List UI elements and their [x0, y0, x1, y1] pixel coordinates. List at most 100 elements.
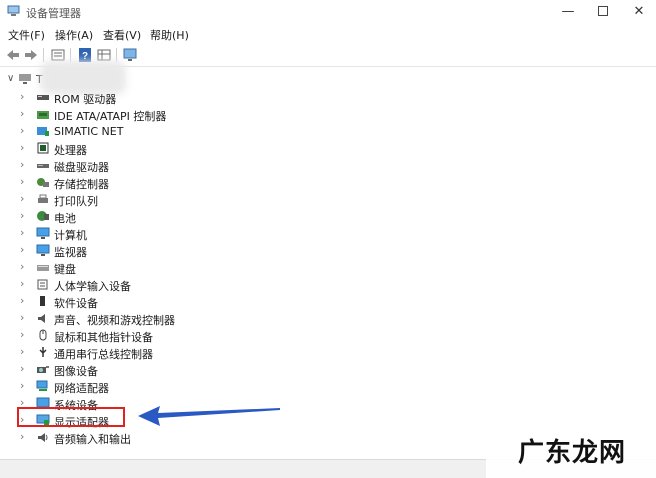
chevron-right-icon[interactable]: ›	[20, 209, 24, 222]
chevron-right-icon[interactable]: ›	[20, 430, 24, 443]
chevron-right-icon[interactable]: ›	[20, 379, 24, 392]
tree-item[interactable]: › 软件设备	[0, 293, 400, 310]
menu-action[interactable]: 操作(A)	[55, 27, 93, 43]
monitor-icon[interactable]	[122, 47, 138, 63]
tree-item-label: 通用串行总线控制器	[54, 348, 153, 361]
tree-item-label: 软件设备	[54, 297, 98, 310]
close-button[interactable]: ✕	[624, 2, 654, 22]
chevron-right-icon[interactable]: ›	[20, 226, 24, 239]
audio-io-icon	[38, 433, 48, 442]
network-card-icon	[37, 127, 49, 136]
forward-arrow-icon[interactable]	[23, 47, 39, 63]
printer-icon	[38, 194, 48, 203]
disk-drive-icon	[37, 164, 49, 168]
tree-item-label: IDE ATA/ATAPI 控制器	[54, 110, 167, 123]
menu-help[interactable]: 帮助(H)	[150, 27, 189, 43]
toolbar-separator	[43, 48, 44, 62]
tree-item-label: 音频输入和输出	[54, 433, 131, 446]
chevron-right-icon[interactable]: ›	[20, 124, 24, 137]
chevron-right-icon[interactable]: ›	[20, 260, 24, 273]
chevron-right-icon[interactable]: ›	[20, 175, 24, 188]
menu-bar: 文件(F) 操作(A) 查看(V) 帮助(H)	[0, 24, 656, 44]
maximize-button[interactable]	[588, 2, 618, 22]
computer-icon	[19, 74, 31, 84]
tree-item-label: 计算机	[54, 229, 87, 242]
chevron-right-icon[interactable]: ›	[20, 362, 24, 375]
watermark-text: 广东龙网	[518, 438, 627, 468]
ide-controller-icon	[37, 111, 49, 119]
tree-item[interactable]: › 处理器	[0, 140, 400, 157]
tree-item-label: 监视器	[54, 246, 87, 259]
chevron-right-icon[interactable]: ›	[20, 277, 24, 290]
chevron-right-icon[interactable]: ›	[20, 345, 24, 358]
software-device-icon	[40, 296, 45, 306]
tree-item[interactable]: › SIMATIC NET	[0, 123, 400, 140]
tree-item[interactable]: › 存储控制器	[0, 174, 400, 191]
tree-item[interactable]: › 监视器	[0, 242, 400, 259]
chevron-right-icon[interactable]: ›	[20, 243, 24, 256]
tree-item-label: 处理器	[54, 144, 87, 157]
device-tree: ∨ T ›ROM 驱动器›IDE ATA/ATAPI 控制器›SIMATIC N…	[0, 61, 656, 459]
tree-item-label: 人体学输入设备	[54, 280, 131, 293]
minimize-icon: —	[561, 4, 575, 19]
toolbar-separator	[116, 48, 117, 62]
tree-item-label: 电池	[54, 212, 76, 225]
computer-icon	[36, 227, 50, 239]
processor-icon	[37, 142, 49, 154]
tree-item[interactable]: › 打印队列	[0, 191, 400, 208]
maximize-icon	[598, 5, 608, 16]
tree-item[interactable]: › 鼠标和其他指针设备	[0, 327, 400, 344]
tree-item-label: 磁盘驱动器	[54, 161, 109, 174]
minimize-button[interactable]: —	[553, 2, 583, 22]
chevron-right-icon[interactable]: ›	[20, 192, 24, 205]
tree-item-label: 声音、视频和游戏控制器	[54, 314, 175, 327]
window-title: 设备管理器	[26, 7, 81, 20]
tree-item-label: SIMATIC NET	[54, 125, 124, 138]
tree-item[interactable]: › 网络适配器	[0, 378, 400, 395]
tree-item[interactable]: › 音频输入和输出	[0, 429, 400, 446]
camera-icon	[37, 366, 49, 373]
tree-item[interactable]: › 键盘	[0, 259, 400, 276]
battery-icon	[37, 211, 49, 221]
chevron-right-icon[interactable]: ›	[20, 328, 24, 341]
tree-item[interactable]: › 声音、视频和游戏控制器	[0, 310, 400, 327]
tree-item-label: 键盘	[54, 263, 76, 276]
chevron-right-icon[interactable]: ›	[20, 311, 24, 324]
tree-item[interactable]: › 计算机	[0, 225, 400, 242]
device-manager-window: 设备管理器 — ✕ 文件(F) 操作(A) 查看(V) 帮助(H) ? ∨ › …	[0, 0, 656, 478]
usb-icon	[39, 347, 47, 357]
tree-item-label: 网络适配器	[54, 382, 109, 395]
tree-item-label: ROM 驱动器	[54, 93, 117, 106]
tree-item-label: 存储控制器	[54, 178, 109, 191]
back-arrow-icon[interactable]	[5, 47, 21, 63]
tree-item[interactable]: › 图像设备	[0, 361, 400, 378]
menu-file[interactable]: 文件(F)	[8, 27, 45, 43]
tree-item[interactable]: › 通用串行总线控制器	[0, 344, 400, 361]
hid-icon	[37, 279, 48, 290]
network-adapter-icon	[36, 380, 48, 391]
chevron-right-icon[interactable]: ›	[20, 294, 24, 307]
highlight-box	[17, 407, 125, 427]
storage-controller-icon	[37, 178, 49, 187]
chevron-right-icon[interactable]: ›	[20, 107, 24, 120]
chevron-right-icon[interactable]: ›	[20, 90, 24, 103]
menu-view[interactable]: 查看(V)	[103, 27, 141, 43]
tree-item[interactable]: › 电池	[0, 208, 400, 225]
speaker-icon	[38, 314, 45, 323]
chevron-right-icon[interactable]: ›	[20, 141, 24, 154]
mouse-icon	[39, 329, 47, 341]
tree-item-label: 鼠标和其他指针设备	[54, 331, 153, 344]
monitor-icon	[36, 244, 50, 256]
device-manager-app-icon	[7, 5, 20, 16]
annotation-arrow	[138, 406, 280, 426]
tree-item[interactable]: › IDE ATA/ATAPI 控制器	[0, 106, 400, 123]
keyboard-icon	[37, 265, 49, 271]
chevron-right-icon[interactable]: ›	[20, 158, 24, 171]
tree-item[interactable]: › 磁盘驱动器	[0, 157, 400, 174]
chevron-down-icon[interactable]: ∨	[7, 73, 14, 84]
close-icon: ✕	[633, 4, 645, 19]
tree-item[interactable]: › 人体学输入设备	[0, 276, 400, 293]
tree-item[interactable]: › ROM 驱动器	[0, 89, 400, 106]
toolbar-separator	[70, 48, 71, 62]
tree-item-label: 打印队列	[54, 195, 98, 208]
